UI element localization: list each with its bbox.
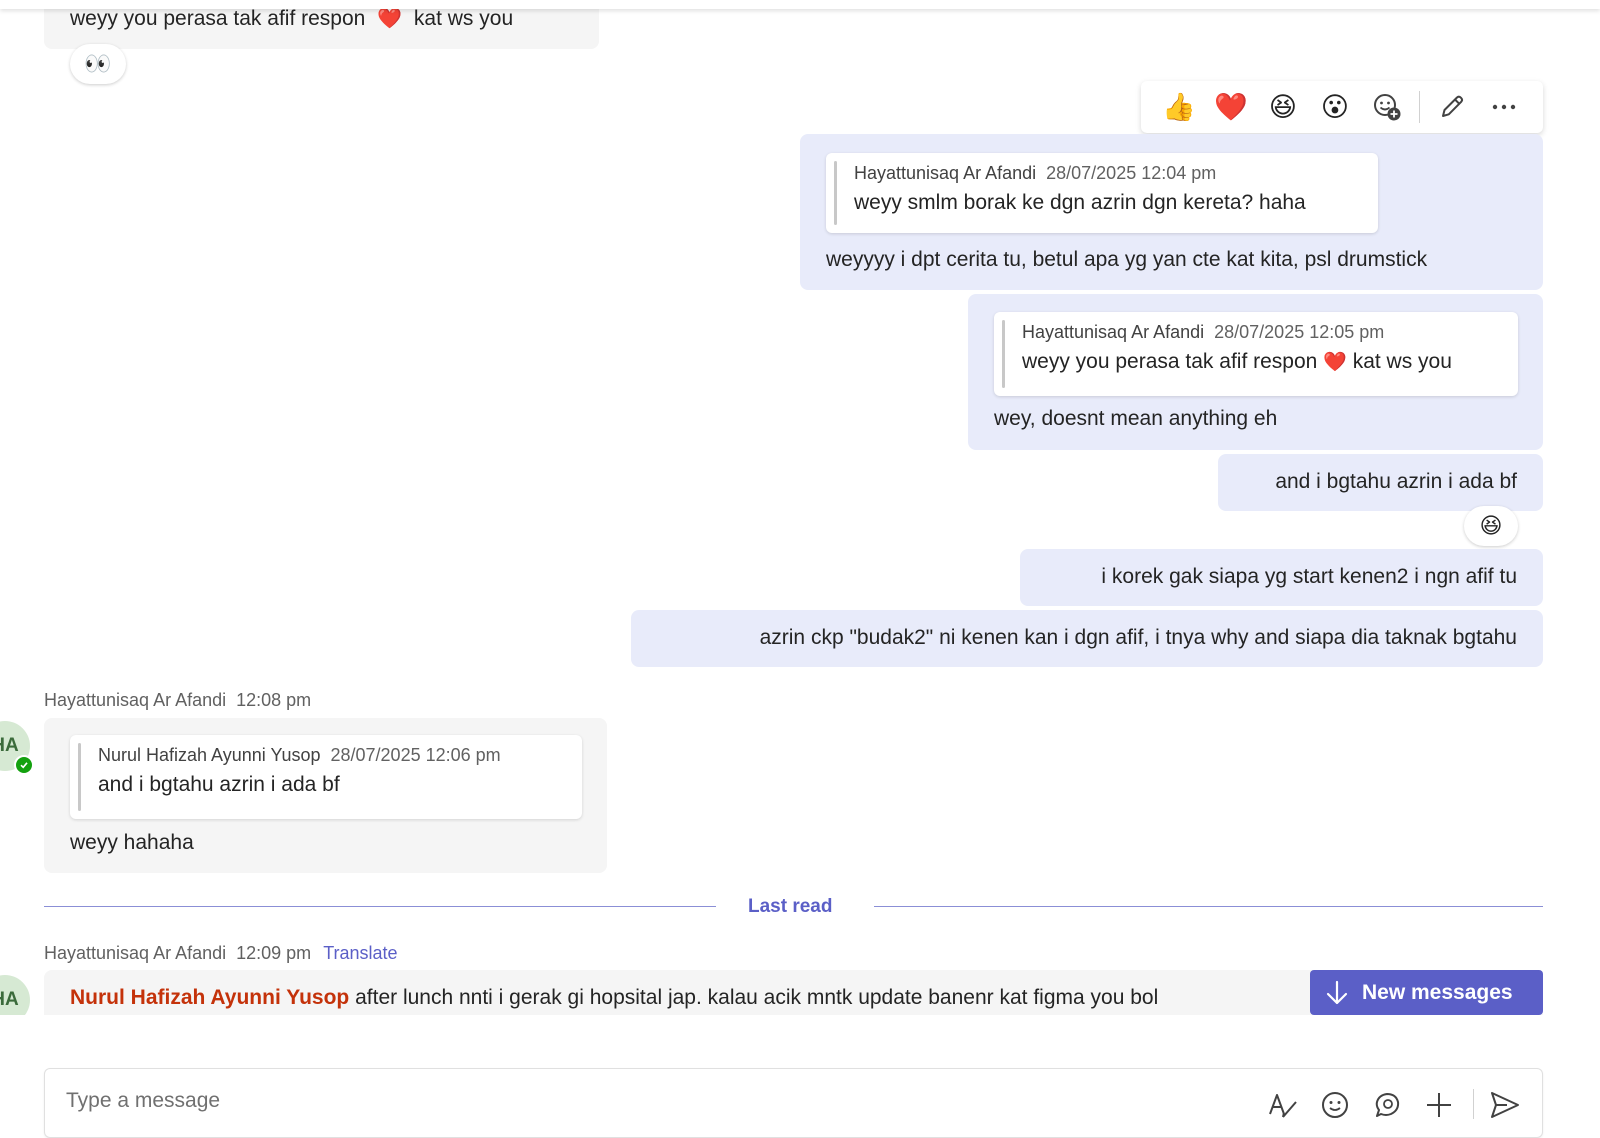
message-text: weyy hahaha	[70, 831, 194, 854]
message-bubble[interactable]: Nurul Hafizah Ayunni Yusop 28/07/2025 12:…	[44, 718, 607, 873]
quoted-message[interactable]: Nurul Hafizah Ayunni Yusop 28/07/2025 12:…	[70, 735, 582, 819]
attach-plus-icon	[1427, 1093, 1451, 1117]
message-bubble[interactable]: Hayattunisaq Ar Afandi 28/07/2025 12:05 p…	[968, 294, 1543, 450]
message-text: weyy you perasa tak afif respon	[70, 7, 366, 30]
reaction-laugh[interactable]: 😆	[1464, 506, 1518, 546]
new-messages-button[interactable]: New messages	[1310, 970, 1543, 1015]
quote-timestamp: 28/07/2025 12:06 pm	[330, 745, 501, 765]
quote-author: Hayattunisaq Ar Afandi	[854, 163, 1037, 183]
format-button[interactable]	[1265, 1087, 1301, 1123]
mention[interactable]: Nurul Hafizah Ayunni Yusop	[70, 986, 349, 1009]
message-timestamp: 12:09 pm	[236, 943, 312, 963]
heart-emoji: ❤️	[1323, 352, 1347, 373]
sender-name: Hayattunisaq Ar Afandi	[44, 943, 227, 963]
message-bubble[interactable]: i korek gak siapa yg start kenen2 i ngn …	[1020, 549, 1543, 606]
avatar-initials: HA	[0, 989, 19, 1010]
reaction-eyes[interactable]: 👀	[70, 44, 126, 84]
reaction-heart-button[interactable]: ❤️	[1205, 87, 1257, 127]
composer-divider	[1473, 1089, 1474, 1119]
emoji-button[interactable]	[1317, 1087, 1353, 1123]
surprised-icon: 😮	[1320, 91, 1350, 122]
quote-author: Hayattunisaq Ar Afandi	[1022, 322, 1205, 342]
eyes-emoji: 👀	[84, 51, 112, 76]
quote-timestamp: 28/07/2025 12:04 pm	[1046, 163, 1217, 183]
reaction-like-button[interactable]: 👍	[1153, 87, 1205, 127]
reaction-laugh-button[interactable]: 😆	[1257, 87, 1309, 127]
last-read-label: Last read	[748, 896, 833, 917]
message-text: i korek gak siapa yg start kenen2 i ngn …	[1101, 565, 1517, 588]
arrow-down-icon	[1326, 980, 1348, 1004]
presence-available-icon	[14, 755, 34, 775]
reaction-surprised-button[interactable]: 😮	[1309, 87, 1361, 127]
quote-text: weyy smlm borak ke dgn azrin dgn kereta?…	[854, 191, 1306, 214]
quoted-message[interactable]: Hayattunisaq Ar Afandi 28/07/2025 12:05 p…	[994, 312, 1518, 396]
message-bubble[interactable]: and i bgtahu azrin i ada bf	[1218, 454, 1543, 511]
attach-button[interactable]	[1421, 1087, 1457, 1123]
format-icon	[1269, 1094, 1297, 1118]
send-button[interactable]	[1487, 1087, 1523, 1123]
thumbs-up-icon: 👍	[1162, 92, 1196, 122]
message-action-bar: 👍 ❤️ 😆 😮	[1141, 81, 1543, 133]
message-text: kat ws you	[413, 7, 514, 30]
message-list-edge	[0, 1015, 1600, 1055]
message-text: and i bgtahu azrin i ada bf	[1275, 470, 1517, 493]
emoji-icon	[1322, 1092, 1348, 1118]
send-icon	[1491, 1092, 1519, 1118]
add-reaction-button[interactable]	[1361, 87, 1413, 127]
edit-icon	[1442, 95, 1464, 117]
message-composer[interactable]: Type a message	[44, 1068, 1543, 1138]
laugh-icon: 😆	[1268, 91, 1298, 122]
add-reaction-icon	[1374, 94, 1401, 121]
avatar-initials: HA	[0, 735, 19, 756]
quoted-message[interactable]: Hayattunisaq Ar Afandi 28/07/2025 12:04 p…	[826, 153, 1378, 233]
message-text: wey, doesnt mean anything eh	[994, 407, 1278, 430]
more-options-button[interactable]	[1478, 87, 1530, 127]
message-text: after lunch nnti i gerak gi hopsital jap…	[355, 986, 1159, 1009]
heart-icon: ❤️	[1214, 92, 1248, 122]
message-text: weyyyy i dpt cerita tu, betul apa yg yan…	[826, 248, 1428, 271]
sender-name: Hayattunisaq Ar Afandi	[44, 690, 227, 710]
quote-text: and i bgtahu azrin i ada bf	[98, 773, 340, 796]
loop-button[interactable]	[1369, 1087, 1405, 1123]
last-read-line	[44, 906, 716, 907]
message-bubble[interactable]: azrin ckp "budak2" ni kenen kan i dgn af…	[631, 610, 1543, 667]
action-bar-divider	[1419, 91, 1420, 123]
quote-text: weyy you perasa tak afif respon	[1022, 350, 1318, 373]
quote-timestamp: 28/07/2025 12:05 pm	[1214, 322, 1385, 342]
more-options-icon	[1492, 104, 1516, 110]
quote-text: kat ws you	[1352, 350, 1452, 373]
edit-button[interactable]	[1426, 87, 1478, 127]
top-bar	[0, 0, 1600, 9]
message-bubble[interactable]: Hayattunisaq Ar Afandi 28/07/2025 12:04 p…	[800, 134, 1543, 290]
last-read-line	[874, 906, 1543, 907]
heart-emoji: ❤️	[377, 8, 403, 30]
new-messages-label: New messages	[1362, 980, 1513, 1004]
message-input[interactable]: Type a message	[66, 1089, 220, 1113]
message-timestamp: 12:08 pm	[236, 690, 312, 710]
translate-link[interactable]: Translate	[323, 943, 397, 963]
loop-icon	[1375, 1093, 1400, 1117]
message-text: azrin ckp "budak2" ni kenen kan i dgn af…	[759, 626, 1517, 649]
laugh-emoji: 😆	[1479, 513, 1503, 538]
quote-author: Nurul Hafizah Ayunni Yusop	[98, 745, 321, 765]
